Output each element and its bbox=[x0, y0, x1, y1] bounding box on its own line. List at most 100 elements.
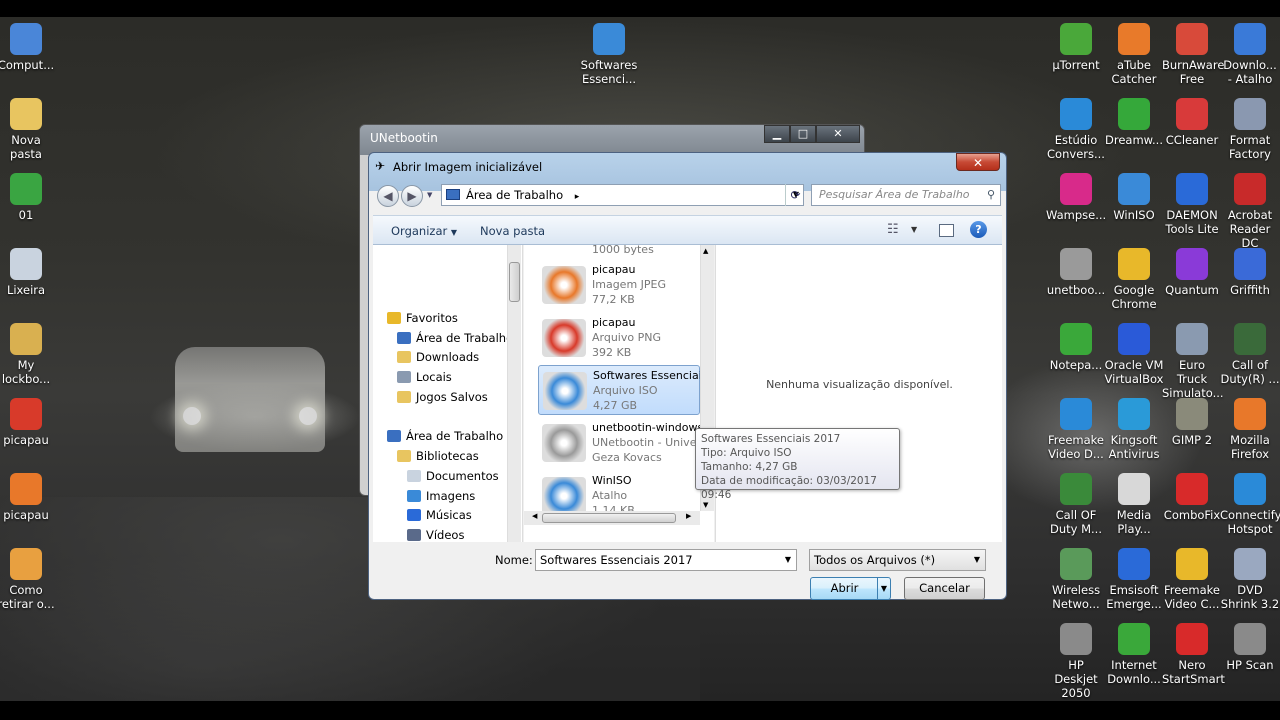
cancel-button[interactable]: Cancelar bbox=[904, 577, 985, 600]
desktop-shortcut[interactable]: picapau bbox=[0, 398, 56, 447]
view-options-icon[interactable]: ☷ bbox=[887, 222, 899, 237]
desktop-shortcut[interactable]: Euro Truck Simulato... bbox=[1162, 323, 1224, 400]
desktop-shortcut[interactable]: Freemake Video D... bbox=[1046, 398, 1106, 461]
desktop-shortcut[interactable]: Connectify Hotspot bbox=[1220, 473, 1280, 536]
desktop-shortcut[interactable]: DAEMON Tools Lite bbox=[1162, 173, 1222, 236]
desktop-shortcut[interactable]: Mozilla Firefox bbox=[1220, 398, 1280, 461]
desktop-shortcut[interactable]: Downlo... - Atalho bbox=[1220, 23, 1280, 86]
open-options-icon[interactable]: ▼ bbox=[877, 578, 890, 599]
desktop-shortcut[interactable]: Wireless Netwo... bbox=[1046, 548, 1106, 611]
desktop-shortcut[interactable]: Comput... bbox=[0, 23, 56, 72]
desktop-shortcut[interactable]: µTorrent bbox=[1046, 23, 1106, 72]
desktop-shortcut[interactable]: Format Factory bbox=[1220, 98, 1280, 161]
minimize-button[interactable]: ▁ bbox=[764, 125, 790, 143]
dialog-close-button[interactable]: ✕ bbox=[956, 153, 1000, 171]
desktop-shortcut[interactable]: ComboFix bbox=[1162, 473, 1222, 522]
tree-item[interactable]: Jogos Salvos bbox=[397, 390, 488, 404]
search-icon[interactable]: ⚲ bbox=[987, 185, 995, 205]
desktop-shortcut[interactable]: Call OF Duty M... bbox=[1046, 473, 1106, 536]
chevron-down-icon[interactable]: ▼ bbox=[785, 550, 791, 570]
tree-item[interactable]: Documentos bbox=[407, 469, 499, 483]
desktop-shortcut[interactable]: 01 bbox=[0, 173, 56, 222]
file-item[interactable]: unetbootin-windows- UNetbootin - Universa… bbox=[538, 418, 714, 468]
desktop-shortcut[interactable]: WinISO bbox=[1104, 173, 1164, 222]
desktop-shortcut[interactable]: Lixeira bbox=[0, 248, 56, 297]
tree-scrollbar[interactable] bbox=[507, 245, 521, 542]
downloads-folder-icon bbox=[1234, 23, 1266, 55]
desktop-shortcut[interactable]: Oracle VM VirtualBox bbox=[1104, 323, 1164, 386]
file-item[interactable]: picapau Arquivo PNG 392 KB bbox=[538, 313, 700, 363]
desktop-shortcut[interactable]: Nova pasta bbox=[0, 98, 56, 161]
tree-scrollbar-thumb[interactable] bbox=[509, 262, 520, 302]
tree-item[interactable]: Imagens bbox=[407, 489, 475, 503]
preview-pane-icon[interactable] bbox=[939, 224, 954, 237]
chevron-down-icon[interactable]: ▼ bbox=[974, 550, 980, 570]
desktop-shortcut[interactable]: Estúdio Convers... bbox=[1046, 98, 1106, 161]
new-folder-button[interactable]: Nova pasta bbox=[480, 224, 545, 238]
file-list-hscrollbar[interactable]: ◀ ▶ bbox=[524, 511, 700, 525]
refresh-button[interactable]: ⟳ bbox=[785, 184, 805, 206]
tree-item[interactable]: Área de Trabalho bbox=[397, 331, 513, 345]
address-segment[interactable]: Área de Trabalho bbox=[466, 188, 563, 202]
desktop-shortcut[interactable]: picapau bbox=[0, 473, 56, 522]
desktop-shortcut[interactable]: Call of Duty(R) ... bbox=[1220, 323, 1280, 386]
back-button[interactable]: ◀ bbox=[377, 185, 399, 207]
acrobat-icon bbox=[1234, 173, 1266, 205]
forward-button[interactable]: ▶ bbox=[401, 185, 423, 207]
desktop-shortcut[interactable]: Como retirar o... bbox=[0, 548, 56, 611]
desktop-shortcut[interactable]: HP Scan bbox=[1220, 623, 1280, 672]
desktop-shortcut[interactable]: Notepa... bbox=[1046, 323, 1106, 372]
desktop-shortcut[interactable]: Quantum bbox=[1162, 248, 1222, 297]
file-type-select[interactable]: Todos os Arquivos (*) ▼ bbox=[809, 549, 986, 571]
desktop-shortcut[interactable]: Softwares Essenci... bbox=[579, 23, 639, 86]
tree-item[interactable]: Área de Trabalho bbox=[387, 429, 503, 443]
tree-item[interactable]: Músicas bbox=[407, 508, 472, 522]
freemake-converter-icon bbox=[1176, 548, 1208, 580]
file-item[interactable]: Softwares Essenciais 2017 Arquivo ISO 4,27… bbox=[538, 365, 703, 415]
desktop-shortcut[interactable]: GIMP 2 bbox=[1162, 398, 1222, 447]
desktop-shortcut[interactable]: Internet Downlo... bbox=[1104, 623, 1164, 686]
tree-item[interactable]: Downloads bbox=[397, 350, 479, 364]
desktop-shortcut[interactable]: My lockbo... bbox=[0, 323, 56, 386]
desktop-shortcut[interactable]: BurnAware Free bbox=[1162, 23, 1224, 86]
desktop-shortcut[interactable]: aTube Catcher bbox=[1104, 23, 1164, 86]
organize-menu[interactable]: Organizar ▼ bbox=[391, 224, 457, 238]
file-item[interactable]: picapau Imagem JPEG 77,2 KB bbox=[538, 260, 700, 310]
desktop-shortcut[interactable]: Dreamw... bbox=[1104, 98, 1164, 147]
desktop-shortcut[interactable]: Acrobat Reader DC bbox=[1220, 173, 1280, 250]
scroll-left-icon[interactable]: ◀ bbox=[532, 512, 537, 520]
hscrollbar-thumb[interactable] bbox=[542, 513, 676, 523]
desktop-shortcut[interactable]: Griffith bbox=[1220, 248, 1280, 297]
tree-item[interactable]: Vídeos bbox=[407, 528, 464, 542]
desktop-shortcut[interactable]: Emsisoft Emerge... bbox=[1104, 548, 1164, 611]
desktop-shortcut[interactable]: Kingsoft Antivirus bbox=[1104, 398, 1164, 461]
view-dropdown-icon[interactable]: ▼ bbox=[911, 225, 917, 234]
open-file-dialog[interactable]: ✈ Abrir Imagem inicializável ✕ ◀ ▶ ▼ Áre… bbox=[368, 152, 1007, 600]
search-input[interactable]: Pesquisar Área de Trabalho ⚲ bbox=[811, 184, 1001, 206]
desktop-shortcut[interactable]: Media Play... bbox=[1104, 473, 1164, 536]
filename-input[interactable]: Softwares Essenciais 2017 ▼ bbox=[535, 549, 797, 571]
maximize-button[interactable]: □ bbox=[790, 125, 816, 143]
tree-item[interactable]: Locais bbox=[397, 370, 452, 384]
desktop-shortcut-label: HP Scan bbox=[1226, 658, 1274, 672]
open-button[interactable]: Abrir ▼ bbox=[810, 577, 891, 600]
desktop-shortcut[interactable]: Google Chrome bbox=[1104, 248, 1164, 311]
desktop-shortcut[interactable]: Wampse... bbox=[1046, 173, 1106, 222]
desktop-shortcut[interactable]: CCleaner bbox=[1162, 98, 1222, 147]
desktop-shortcut[interactable]: DVD Shrink 3.2 bbox=[1220, 548, 1280, 611]
desktop-shortcut[interactable]: Nero StartSmart bbox=[1162, 623, 1225, 686]
scroll-up-icon[interactable]: ▲ bbox=[703, 247, 708, 255]
recent-dropdown-icon[interactable]: ▼ bbox=[427, 191, 432, 199]
desktop-shortcut[interactable]: Freemake Video C... bbox=[1162, 548, 1222, 611]
close-button[interactable]: ✕ bbox=[816, 125, 860, 143]
tree-item[interactable]: Favoritos bbox=[387, 311, 458, 325]
desktop-shortcut[interactable]: unetboo... bbox=[1046, 248, 1106, 297]
address-bar[interactable]: Área de Trabalho ▸ ▼ bbox=[441, 184, 804, 206]
desktop-shortcut-label: Freemake Video D... bbox=[1048, 433, 1104, 461]
scroll-down-icon[interactable]: ▼ bbox=[703, 501, 708, 509]
address-chevron-icon[interactable]: ▸ bbox=[575, 192, 580, 202]
scroll-right-icon[interactable]: ▶ bbox=[686, 512, 691, 520]
tree-item[interactable]: Bibliotecas bbox=[397, 449, 479, 463]
help-icon[interactable]: ? bbox=[970, 221, 987, 238]
desktop-shortcut[interactable]: HP Deskjet 2050 J51... bbox=[1046, 623, 1106, 701]
